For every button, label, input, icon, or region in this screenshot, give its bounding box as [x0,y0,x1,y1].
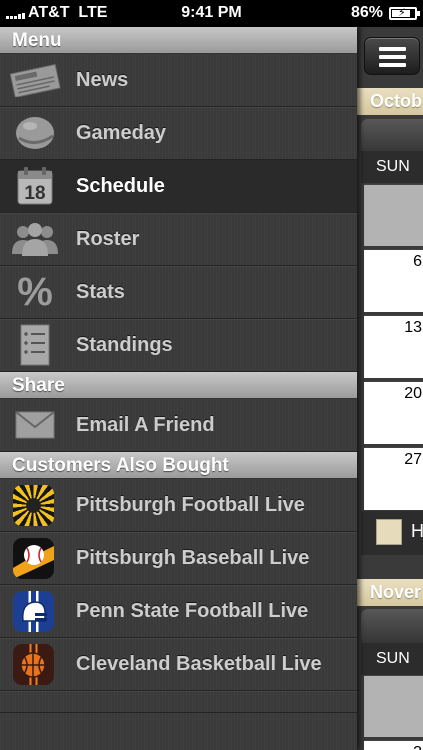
app-link-label: Cleveland Basketball Live [76,652,322,675]
section-header-customers-also-bought: Customers Also Bought [0,452,357,479]
day-of-week-sun: SUN [361,643,423,675]
envelope-icon [8,405,62,445]
percent-icon: % [17,269,53,314]
calendar-legend: H [361,511,423,555]
calendar-day-cell[interactable]: 3 [364,740,423,750]
app-link-label: Pittsburgh Football Live [76,493,305,516]
app-link-cleveland-basketball[interactable]: Cleveland Basketball Live [0,638,357,691]
schedule-calendar-peek: Octob SUN 6 13 20 27 H Nover SUN 3 [357,27,423,750]
day-of-week-sun: SUN [361,151,423,183]
app-link-pittsburgh-football[interactable]: Pittsburgh Football Live [0,479,357,532]
app-link-label: Penn State Football Live [76,599,309,622]
calendar-day-cell[interactable]: 27 [364,447,423,510]
calendar-day-cell[interactable]: 6 [364,249,423,312]
menu-toggle-button[interactable] [364,37,420,75]
cleveland-basketball-app-icon [13,644,54,685]
pittsburgh-football-app-icon [13,485,54,526]
menu-item-label: Standings [76,333,173,356]
calendar-day-cell[interactable] [364,184,423,246]
menu-item-schedule[interactable]: 18 Schedule [0,160,357,213]
newspaper-icon [8,60,62,100]
menu-item-label: Schedule [76,174,165,197]
pittsburgh-baseball-app-icon [13,538,54,579]
calendar-day-cell[interactable]: 20 [364,381,423,444]
menu-item-email-a-friend[interactable]: Email A Friend [0,399,357,452]
calendar-icon: 18 [8,166,62,206]
menu-item-standings[interactable]: Standings [0,319,357,372]
hamburger-icon [379,47,406,51]
legend-swatch [376,519,402,545]
menu-spacer-row [0,691,357,713]
menu-item-stats[interactable]: % Stats [0,266,357,319]
month-header: Octob [357,88,423,115]
people-icon [8,219,62,259]
calendar-day-cell[interactable]: 13 [364,315,423,378]
menu-item-roster[interactable]: Roster [0,213,357,266]
list-icon [8,324,62,366]
status-bar: AT&T LTE 9:41 PM 86% ⚡ [0,0,423,27]
section-header-menu: Menu [0,27,357,54]
menu-item-label: Roster [76,227,140,250]
section-header-share: Share [0,372,357,399]
app-link-pittsburgh-baseball[interactable]: Pittsburgh Baseball Live [0,532,357,585]
app-link-penn-state-football[interactable]: Penn State Football Live [0,585,357,638]
svg-text:18: 18 [24,183,45,204]
battery-percent: 86% [350,4,383,21]
menu-item-label: Gameday [76,121,167,144]
calendar-day-cell[interactable] [364,675,423,737]
menu-item-news[interactable]: News [0,54,357,107]
month-header: Nover [357,579,423,606]
penn-state-football-app-icon [13,591,54,632]
menu-item-gameday[interactable]: Gameday [0,107,357,160]
app-link-label: Pittsburgh Baseball Live [76,546,310,569]
side-menu: Menu News Gameday 18 Schedule Roster % S… [0,27,357,750]
menu-item-label: Stats [76,280,125,303]
battery-icon: ⚡ [389,7,420,20]
helmet-icon [8,113,62,153]
menu-item-label: News [76,68,129,91]
menu-item-label: Email A Friend [76,413,215,436]
